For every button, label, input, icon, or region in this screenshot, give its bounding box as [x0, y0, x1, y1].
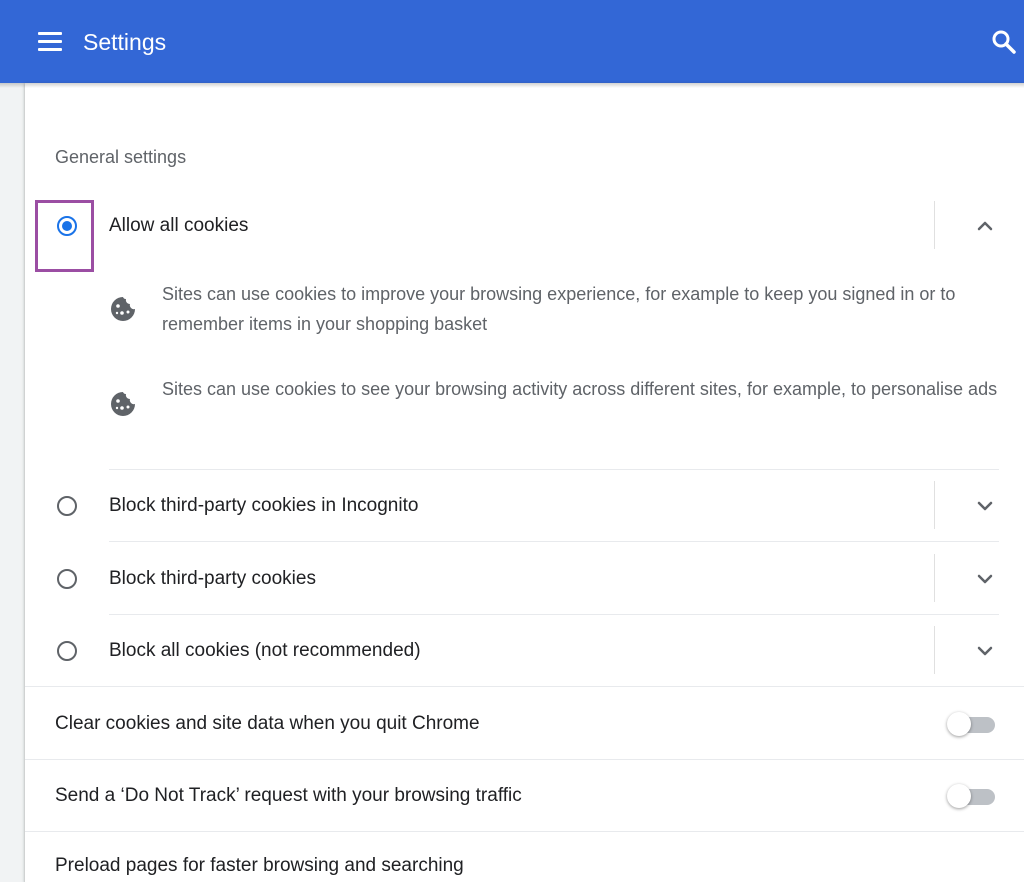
- row-separator: [934, 626, 935, 674]
- search-icon[interactable]: [990, 28, 1018, 56]
- option-label-block-third-party-incognito[interactable]: Block third-party cookies in Incognito: [109, 494, 418, 518]
- divider: [109, 541, 999, 542]
- cookie-detail-text: Sites can use cookies to see your browsi…: [162, 379, 998, 399]
- divider: [109, 469, 999, 470]
- chevron-down-icon[interactable]: [970, 636, 1000, 666]
- settings-card: General settings Allow all cookies Sites…: [25, 83, 1024, 882]
- radio-block-third-party-incognito[interactable]: [57, 496, 77, 516]
- radio-block-all-cookies[interactable]: [57, 641, 77, 661]
- radio-allow-all-cookies[interactable]: [57, 216, 77, 236]
- toggle-label-clear-cookies-on-quit: Clear cookies and site data when you qui…: [55, 713, 480, 734]
- section-title: General settings: [55, 147, 187, 167]
- toolbar-shadow: [0, 83, 1024, 88]
- toggle-clear-cookies-on-quit[interactable]: [947, 711, 997, 737]
- toolbar: Settings: [0, 0, 1024, 83]
- chevron-up-icon[interactable]: [970, 211, 1000, 241]
- cookie-icon: [109, 390, 137, 418]
- row-separator: [934, 481, 935, 529]
- selection-highlight-box: [35, 200, 94, 272]
- divider: [109, 614, 999, 615]
- page-title: Settings: [83, 29, 167, 55]
- toggle-do-not-track[interactable]: [947, 783, 997, 809]
- toggle-knob: [947, 712, 971, 736]
- cookie-icon: [109, 295, 137, 323]
- divider: [25, 759, 1024, 760]
- cookie-detail-text: Sites can use cookies to improve your br…: [162, 284, 956, 334]
- chevron-down-icon[interactable]: [970, 491, 1000, 521]
- radio-block-third-party[interactable]: [57, 569, 77, 589]
- option-label-block-third-party[interactable]: Block third-party cookies: [109, 567, 316, 591]
- divider: [25, 686, 1024, 687]
- option-label-block-all-cookies[interactable]: Block all cookies (not recommended): [109, 639, 421, 663]
- divider: [25, 831, 1024, 832]
- chevron-down-icon[interactable]: [970, 564, 1000, 594]
- row-separator: [934, 201, 935, 249]
- toggle-label-preload-pages: Preload pages for faster browsing and se…: [55, 855, 464, 876]
- sidebar-edge: [0, 83, 25, 882]
- toggle-knob: [947, 784, 971, 808]
- toggle-label-do-not-track: Send a ‘Do Not Track’ request with your …: [55, 785, 522, 806]
- hamburger-menu-icon[interactable]: [36, 29, 64, 55]
- option-label-allow-all-cookies[interactable]: Allow all cookies: [109, 214, 248, 238]
- row-separator: [934, 554, 935, 602]
